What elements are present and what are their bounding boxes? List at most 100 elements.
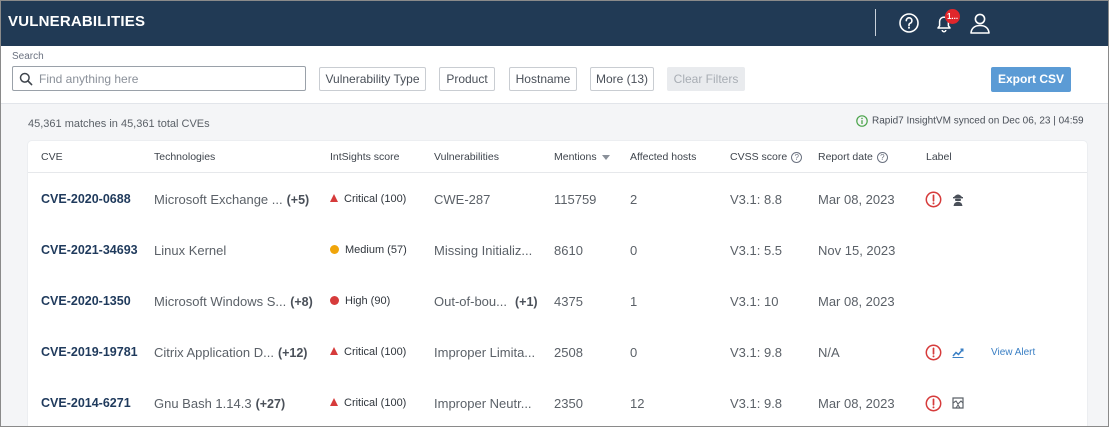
hostname-filter[interactable]: Hostname: [509, 67, 577, 91]
high-severity-icon: [330, 295, 339, 305]
technology-name: Microsoft Windows S...: [154, 294, 287, 309]
cvss-score-cell: V3.1: 10: [730, 294, 779, 309]
search-label: Search: [12, 51, 44, 62]
vulnerabilities-cell: Improper Limita...: [434, 327, 535, 378]
column-header-technologies[interactable]: Technologies: [154, 151, 215, 163]
table-header: CVE Technologies IntSights score Vulnera…: [28, 141, 1087, 173]
cve-id-link[interactable]: CVE-2019-19781: [41, 327, 138, 378]
report-date-cell: Mar 08, 2023: [818, 294, 895, 309]
info-icon: [856, 115, 868, 127]
column-label: Vulnerabilities: [434, 151, 499, 163]
cvss-score-cell: V3.1: 8.8: [730, 192, 783, 207]
technologies-cell: Microsoft Exchange ... (+5): [154, 174, 309, 225]
help-icon[interactable]: ?: [876, 152, 888, 163]
column-label: Mentions: [554, 151, 597, 163]
table-row[interactable]: CVE-2014-6271 Gnu Bash 1.14.3 (+27) Critica…: [28, 378, 1087, 426]
column-label: Report date: [818, 151, 873, 163]
technologies-cell: Gnu Bash 1.14.3 (+27): [154, 378, 286, 426]
column-label: Affected hosts: [630, 151, 697, 163]
technologies-cell: Citrix Application D... (+12): [154, 327, 307, 378]
page-title: VULNERABILITIES: [8, 13, 146, 30]
intsights-score-cell: Critical (100): [330, 378, 406, 426]
report-date-cell: Mar 08, 2023: [818, 396, 895, 411]
affected-hosts-cell: 0: [630, 345, 638, 360]
technology-name: Linux Kernel: [154, 243, 227, 258]
help-icon[interactable]: ?: [791, 152, 803, 163]
technology-name: Citrix Application D...: [154, 345, 274, 360]
app-window: VULNERABILITIES 1... Search Vulnerabilit…: [0, 0, 1109, 427]
column-header-intsights-score[interactable]: IntSights score: [330, 151, 399, 163]
exploit-icon[interactable]: [950, 395, 966, 411]
column-label: Technologies: [154, 151, 216, 163]
table-row[interactable]: CVE-2019-19781 Citrix Application D... (+1…: [28, 327, 1087, 378]
intsights-score-cell: Medium (57): [330, 225, 407, 276]
column-header-cve[interactable]: CVE: [41, 151, 63, 163]
hacker-icon[interactable]: [950, 191, 966, 207]
column-header-vulnerabilities[interactable]: Vulnerabilities: [434, 151, 499, 163]
product-filter[interactable]: Product: [439, 67, 495, 91]
export-csv-button[interactable]: Export CSV: [991, 67, 1071, 92]
table-row[interactable]: CVE-2020-1350 Microsoft Windows S... (+8) H…: [28, 276, 1087, 327]
clear-filters-button[interactable]: Clear Filters: [667, 67, 745, 91]
table-row[interactable]: CVE-2021-34693 Linux Kernel Medium (57) Mis…: [28, 225, 1087, 276]
view-alert-link[interactable]: View Alert: [991, 327, 1035, 378]
column-label: CVE: [41, 151, 63, 163]
column-label: Label: [926, 151, 952, 163]
cve-id-link[interactable]: CVE-2020-1350: [41, 276, 131, 327]
report-date-cell: N/A: [818, 345, 840, 360]
mentions-cell: 2350: [554, 396, 583, 411]
column-header-cvss-score[interactable]: CVSS score?: [730, 151, 803, 163]
vulnerabilities-cell: CWE-287: [434, 174, 490, 225]
intsights-score: Critical (100): [344, 193, 407, 205]
table-row[interactable]: CVE-2020-0688 Microsoft Exchange ... (+5) C…: [28, 174, 1087, 225]
medium-severity-icon: [330, 244, 339, 254]
cvss-score-cell: V3.1: 9.8: [730, 345, 783, 360]
vulnerabilities-cell: Out-of-bou... (+1): [434, 276, 538, 327]
column-header-label: Label: [926, 151, 952, 163]
column-header-affected-hosts[interactable]: Affected hosts: [630, 151, 696, 163]
column-label: CVSS score: [730, 151, 788, 163]
critical-severity-icon: [330, 194, 338, 203]
cve-id-link[interactable]: CVE-2020-0688: [41, 174, 131, 225]
mentions-cell: 2508: [554, 345, 583, 360]
exclamation-icon[interactable]: [925, 191, 942, 208]
cve-table: CVE Technologies IntSights score Vulnera…: [28, 141, 1087, 426]
column-header-report-date[interactable]: Report date?: [818, 151, 888, 163]
search-icon: [19, 72, 33, 86]
cve-id-link[interactable]: CVE-2021-34693: [41, 225, 138, 276]
search-input[interactable]: [39, 70, 299, 88]
vulnerabilities-cell: Improper Neutr...: [434, 378, 532, 426]
vulnerability-name: Improper Limita...: [434, 345, 536, 360]
mentions-cell: 8610: [554, 243, 583, 258]
cvss-score-cell: V3.1: 9.8: [730, 396, 783, 411]
sort-down-icon[interactable]: [601, 154, 610, 160]
technology-more-count[interactable]: (+5): [287, 193, 310, 207]
column-header-mentions[interactable]: Mentions: [554, 151, 610, 163]
help-icon[interactable]: [896, 10, 922, 36]
exclamation-icon[interactable]: [925, 395, 942, 412]
technology-more-count[interactable]: (+8): [290, 295, 313, 309]
mentions-cell: 115759: [554, 192, 597, 207]
technology-more-count[interactable]: (+12): [278, 346, 308, 360]
intsights-score: Medium (57): [345, 244, 407, 256]
vulnerability-more-count[interactable]: (+1): [515, 295, 538, 309]
intsights-score: Critical (100): [344, 346, 407, 358]
report-date-cell: Nov 15, 2023: [818, 243, 896, 258]
intsights-score: High (90): [345, 295, 391, 307]
sync-status: Rapid7 InsightVM synced on Dec 06, 23 | …: [856, 115, 1084, 127]
user-icon[interactable]: [967, 10, 993, 36]
vulnerability-name: Missing Initializ...: [434, 243, 533, 258]
cvss-score-cell: V3.1: 5.5: [730, 243, 783, 258]
search-box[interactable]: [12, 66, 306, 91]
cve-id-link[interactable]: CVE-2014-6271: [41, 378, 131, 426]
more-filters-button[interactable]: More (13): [590, 67, 654, 91]
filter-bar: Search Vulnerability Type Product Hostna…: [1, 46, 1108, 104]
technology-more-count[interactable]: (+27): [256, 397, 286, 411]
vulnerability-name: Improper Neutr...: [434, 396, 532, 411]
notification-badge[interactable]: 1...: [945, 9, 960, 24]
vulnerability-type-filter[interactable]: Vulnerability Type: [319, 67, 426, 91]
top-header: VULNERABILITIES 1...: [1, 1, 1108, 46]
trend-icon[interactable]: [950, 344, 966, 360]
critical-severity-icon: [330, 347, 338, 356]
exclamation-icon[interactable]: [925, 344, 942, 361]
